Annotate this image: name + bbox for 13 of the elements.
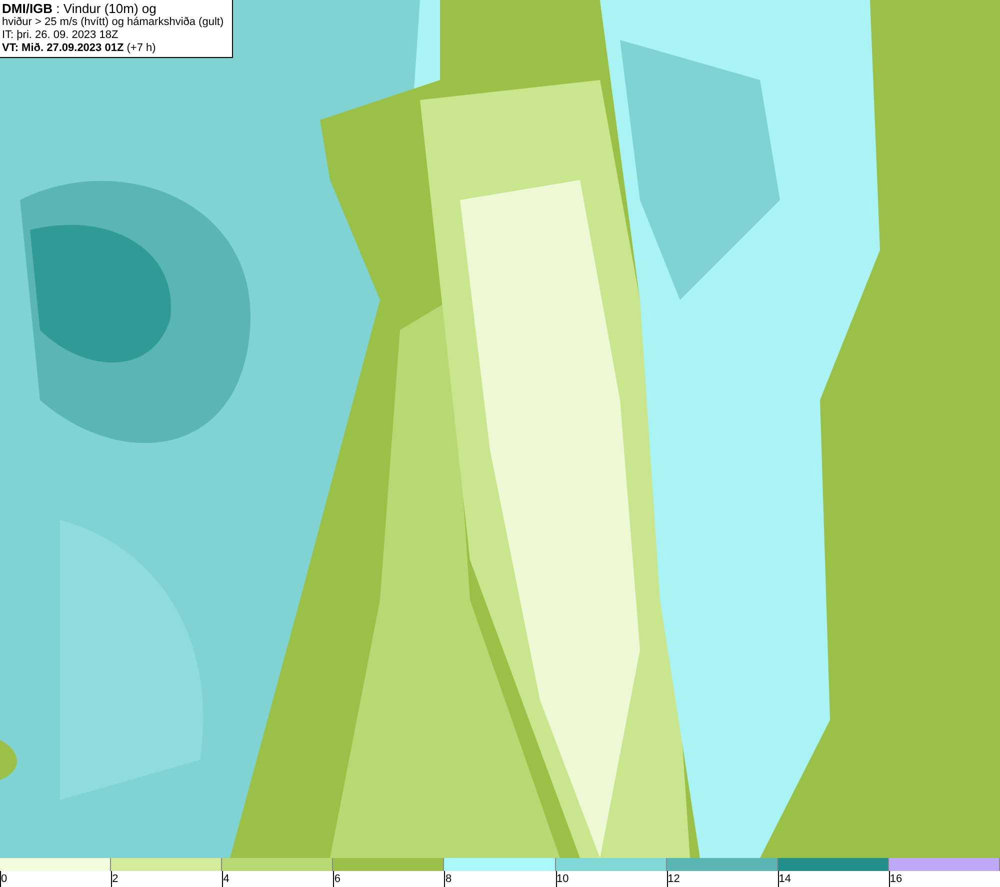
scale-label: 0 <box>1 872 8 887</box>
scale-label: 14 <box>778 872 792 887</box>
info-text: VT: Mið. 27.09.2023 01Z (+7 h) <box>2 42 157 55</box>
info-text: hviður > 25 m/s (hvítt) og hámarkshviða (gult) <box>2 16 225 29</box>
scale-label: 16 <box>890 872 902 887</box>
scale-label: 2 <box>112 872 118 887</box>
scale-label: 10 <box>556 872 569 887</box>
scale-label: 8 <box>445 872 452 887</box>
info-text: DMI/IGB : Vindur (10m) og <box>2 1 158 16</box>
scale-label: 6 <box>334 872 340 887</box>
scale-label: 4 <box>223 872 230 887</box>
scale-label: 12 <box>668 872 680 887</box>
info-text: IT: þri. 26. 09. 2023 18Z <box>2 29 120 42</box>
